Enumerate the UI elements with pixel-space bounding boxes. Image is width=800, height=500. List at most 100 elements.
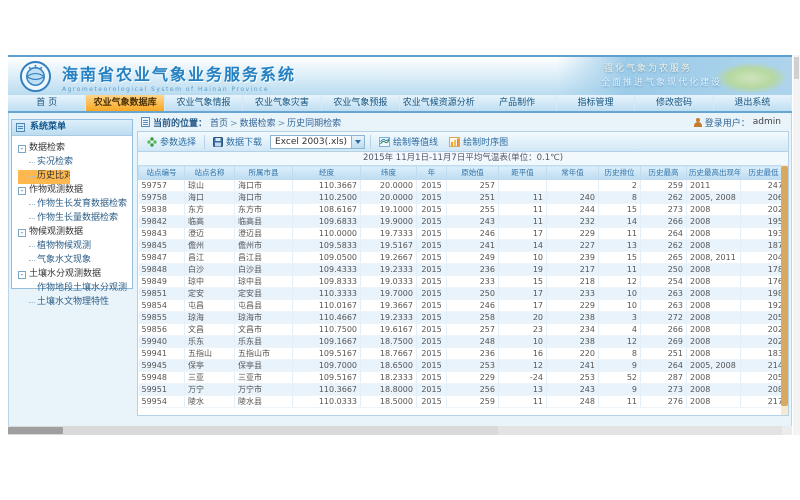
table-cell: 11 (599, 228, 641, 240)
table-cell: 251 (641, 348, 687, 360)
nav-item-9[interactable]: 修改密码 (635, 95, 713, 111)
tree-node[interactable]: -作物观测数据 (18, 184, 129, 198)
table-cell: 儋州市 (235, 240, 293, 252)
table-cell: 2005, 2008 (687, 360, 741, 372)
table-cell: 11 (499, 216, 547, 228)
nav-item-2[interactable]: 农业气象数据库 (86, 95, 164, 111)
sidebar-menu-panel: 系统菜单 -数据检索实况检索历史比对-作物观测数据作物生长发育数据检索作物生长量… (11, 119, 133, 289)
tree-leaf[interactable]: 实况检索 (18, 156, 129, 170)
table-cell: 2008 (687, 228, 741, 240)
collapse-icon[interactable]: - (18, 271, 26, 279)
table-row: 59851定安定安县110.333319.7000201525017233102… (139, 288, 790, 300)
data-download-button[interactable]: 数据下载 (210, 134, 265, 149)
table-cell: 东方 (185, 204, 235, 216)
data-download-label: 数据下载 (226, 135, 262, 148)
column-header: 距平值 (499, 166, 547, 180)
table-cell: 240 (547, 192, 599, 204)
table-cell: 10 (499, 336, 547, 348)
table-cell: 9 (599, 384, 641, 396)
table-cell: 250 (641, 264, 687, 276)
table-cell: 8 (599, 192, 641, 204)
table-cell: 临高县 (235, 216, 293, 228)
breadcrumb-crumb[interactable]: 数据检索 (240, 119, 276, 129)
tree-leaf[interactable]: 气象水文现象 (18, 254, 129, 268)
nav-item-6[interactable]: 农业气候资源分析 (400, 95, 478, 111)
table-cell: 海口市 (235, 180, 293, 192)
dropdown-arrow-button[interactable] (351, 136, 364, 148)
table-cell: 19.2333 (361, 264, 417, 276)
breadcrumb-separator: > (278, 119, 286, 129)
table-cell: -24 (499, 372, 547, 384)
table-cell: 2008 (687, 264, 741, 276)
table-cell: 256 (447, 384, 499, 396)
table-cell: 11 (499, 204, 547, 216)
breadcrumb-crumb[interactable]: 首页 (210, 119, 228, 129)
browser-scrollbar[interactable] (793, 55, 800, 435)
nav-item-10[interactable]: 退出系统 (714, 95, 792, 111)
grain-image (716, 63, 786, 93)
breadcrumb-label: 当前的位置： (153, 116, 207, 129)
download-format-value: Excel 2003(.xls) (275, 137, 347, 147)
tree-leaf[interactable]: 作物地段土壤水分观测 (18, 282, 129, 296)
table-cell: 234 (547, 324, 599, 336)
table-cell: 2015 (417, 396, 447, 408)
table-cell: 16 (499, 348, 547, 360)
collapse-icon[interactable]: - (18, 187, 26, 195)
table-cell: 20.0000 (361, 192, 417, 204)
browser-scrollbar-thumb[interactable] (794, 57, 799, 79)
table-cell: 244 (547, 204, 599, 216)
collapse-icon[interactable]: - (18, 229, 26, 237)
vertical-scrollbar-thumb[interactable] (781, 166, 788, 406)
table-cell: 14 (599, 216, 641, 228)
scroll-right-button[interactable] (782, 426, 792, 435)
draw-timeseries-button[interactable]: 绘制时序图 (446, 134, 511, 149)
tree-leaf[interactable]: 土壤水文物理特性 (18, 296, 129, 310)
table-cell: 236 (447, 348, 499, 360)
breadcrumb-crumb[interactable]: 历史同期检索 (287, 119, 341, 129)
table-cell: 屯昌 (185, 300, 235, 312)
tree-node[interactable]: -物候观测数据 (18, 226, 129, 240)
table-cell: 272 (641, 312, 687, 324)
table-cell: 定安 (185, 288, 235, 300)
table-cell: 10 (599, 288, 641, 300)
nav-item-3[interactable]: 农业气象情报 (165, 95, 243, 111)
collapse-icon[interactable]: - (18, 145, 26, 153)
nav-item-7[interactable]: 产品制作 (478, 95, 556, 111)
table-cell: 2008 (687, 336, 741, 348)
tree-leaf[interactable]: 历史比对 (18, 170, 70, 184)
table-cell: 264 (641, 228, 687, 240)
horizontal-scrollbar[interactable] (8, 426, 792, 435)
table-cell: 227 (547, 240, 599, 252)
table-cell: 232 (547, 216, 599, 228)
nav-item-5[interactable]: 农业气象预报 (322, 95, 400, 111)
tree-leaf[interactable]: 作物生长发育数据检索 (18, 198, 129, 212)
toolbar-separator (204, 135, 205, 149)
table-cell: 陵水县 (235, 396, 293, 408)
table-cell: 236 (447, 264, 499, 276)
column-header: 经度 (293, 166, 361, 180)
tree-leaf[interactable]: 作物生长量数据检索 (18, 212, 129, 226)
table-cell: 19.9000 (361, 216, 417, 228)
table-cell: 287 (641, 372, 687, 384)
nav-item-4[interactable]: 农业气象灾害 (243, 95, 321, 111)
table-cell: 208 (741, 384, 787, 396)
table-cell: 262 (641, 192, 687, 204)
horizontal-scrollbar-track[interactable] (498, 426, 782, 435)
draw-isoline-button[interactable]: 绘制等值线 (376, 134, 441, 149)
table-cell: 109.4333 (293, 264, 361, 276)
nav-item-8[interactable]: 指标管理 (557, 95, 635, 111)
table-cell: 19.7333 (361, 228, 417, 240)
tree-node[interactable]: -土壤水分观测数据 (18, 268, 129, 282)
table-cell: 19.7000 (361, 288, 417, 300)
table-cell: 乐东县 (235, 336, 293, 348)
data-table-panel: 2015年 11月1日-11月7日平均气温表(单位：0.1℃) 站点编号站点名称… (137, 152, 789, 416)
param-select-button[interactable]: 参数选择 (144, 134, 199, 149)
download-format-select[interactable]: Excel 2003(.xls) (270, 135, 365, 149)
tree-leaf[interactable]: 植物物候观测 (18, 240, 129, 254)
nav-item-1[interactable]: 首 页 (8, 95, 86, 111)
tree-node[interactable]: -数据检索 (18, 142, 129, 156)
horizontal-scrollbar-thumb[interactable] (8, 427, 63, 434)
table-cell: 59851 (139, 288, 185, 300)
table-cell: 266 (641, 216, 687, 228)
table-vertical-scrollbar[interactable] (781, 165, 788, 415)
